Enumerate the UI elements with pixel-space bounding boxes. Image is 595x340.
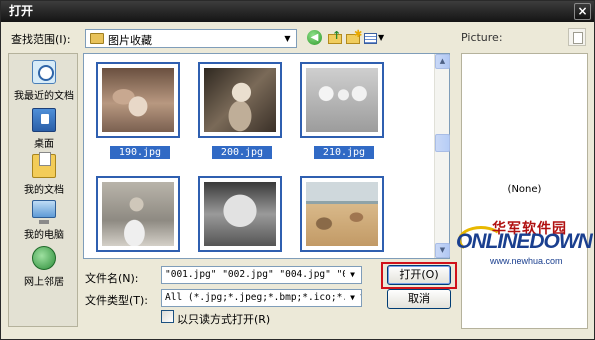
look-in-dropdown[interactable]: 图片收藏 ▼ (85, 29, 297, 48)
open-button[interactable]: 打开(O) (387, 265, 451, 285)
preview-pane: (None) 华军软件园 ONLINEDOWN www.newhua.com (456, 53, 593, 329)
folder-icon (90, 33, 104, 44)
filename-label: 文件名(N): (85, 272, 139, 285)
look-in-value: 图片收藏 (108, 34, 152, 47)
places-bar: 我最近的文档 桌面 我的文档 我的电脑 网上邻居 (8, 53, 78, 327)
filename-input[interactable]: "001.jpg" "002.jpg" "004.jpg" "005.jp ▼ (161, 266, 362, 284)
thumbnail-image (306, 182, 378, 246)
file-thumbnail[interactable] (96, 62, 180, 138)
file-list[interactable]: 190.jpg 200.jpg 210.jpg (83, 53, 450, 259)
place-label: 我的电脑 (24, 230, 64, 241)
vertical-scrollbar[interactable]: ▲ ▼ (434, 54, 450, 258)
look-in-label: 查找范围(I): (11, 33, 71, 46)
preview-none-text: (None) (507, 184, 542, 195)
new-folder-icon[interactable]: ✱ (345, 29, 362, 47)
preview-label: Picture: (461, 31, 503, 44)
place-my-computer[interactable]: 我的电脑 (9, 200, 79, 241)
desktop-icon (32, 108, 56, 132)
file-thumbnail[interactable] (96, 176, 180, 252)
thumbnail-image (306, 68, 378, 132)
title-bar[interactable]: 打开 × (1, 1, 594, 22)
filetype-select[interactable]: All (*.jpg;*.jpeg;*.bmp;*.ico;*.emf;* ▼ (161, 289, 362, 307)
file-thumbnail[interactable] (198, 176, 282, 252)
thumbnail-image (102, 182, 174, 246)
thumbnail-image (204, 182, 276, 246)
file-name[interactable]: 200.jpg (212, 146, 272, 159)
place-desktop[interactable]: 桌面 (9, 108, 79, 150)
place-label: 网上邻居 (24, 277, 64, 288)
close-button[interactable]: × (574, 3, 591, 20)
place-label: 桌面 (34, 139, 54, 150)
filetype-value: All (*.jpg;*.jpeg;*.bmp;*.ico;*.emf;* (165, 292, 362, 303)
chevron-down-icon[interactable]: ▼ (345, 267, 360, 282)
place-label: 我的文档 (24, 185, 64, 196)
file-thumbnail[interactable] (198, 62, 282, 138)
dialog-title: 打开 (9, 4, 34, 18)
file-name[interactable]: 210.jpg (314, 146, 374, 159)
thumbnail-image (102, 68, 174, 132)
my-documents-icon (32, 152, 56, 178)
file-thumbnail[interactable] (300, 62, 384, 138)
cancel-button[interactable]: 取消 (387, 289, 451, 309)
chevron-down-icon[interactable]: ▼ (345, 290, 360, 305)
place-label: 我最近的文档 (14, 91, 74, 102)
views-menu-icon[interactable]: ▼ (363, 30, 385, 47)
watermark-logo: ONLINEDOWN (456, 230, 593, 253)
filename-value: "001.jpg" "002.jpg" "004.jpg" "005.jp (165, 269, 362, 280)
up-folder-icon[interactable]: ↑ (327, 29, 344, 47)
watermark-url: www.newhua.com (490, 256, 563, 266)
scroll-thumb[interactable] (435, 134, 450, 152)
open-file-dialog: 打开 × 查找范围(I): 图片收藏 ▼ ◀ ↑ ✱ ▼ 我最近的文档 桌面 我… (0, 0, 595, 340)
recent-documents-icon (32, 60, 56, 84)
scroll-up-icon[interactable]: ▲ (435, 54, 450, 69)
network-icon (32, 246, 56, 270)
thumbnail-image (204, 68, 276, 132)
scroll-down-icon[interactable]: ▼ (435, 243, 450, 258)
readonly-checkbox[interactable] (161, 310, 174, 323)
filetype-label: 文件类型(T): (85, 294, 149, 307)
chevron-down-icon: ▼ (284, 34, 291, 43)
place-recent-documents[interactable]: 我最近的文档 (9, 60, 79, 102)
back-icon[interactable]: ◀ (307, 30, 324, 47)
place-network[interactable]: 网上邻居 (9, 246, 79, 288)
place-my-documents[interactable]: 我的文档 (9, 152, 79, 196)
preview-toggle-icon[interactable] (568, 28, 586, 46)
file-thumbnail[interactable] (300, 176, 384, 252)
my-computer-icon (32, 200, 56, 224)
readonly-label[interactable]: 以只读方式打开(R) (177, 311, 270, 327)
file-name[interactable]: 190.jpg (110, 146, 170, 159)
